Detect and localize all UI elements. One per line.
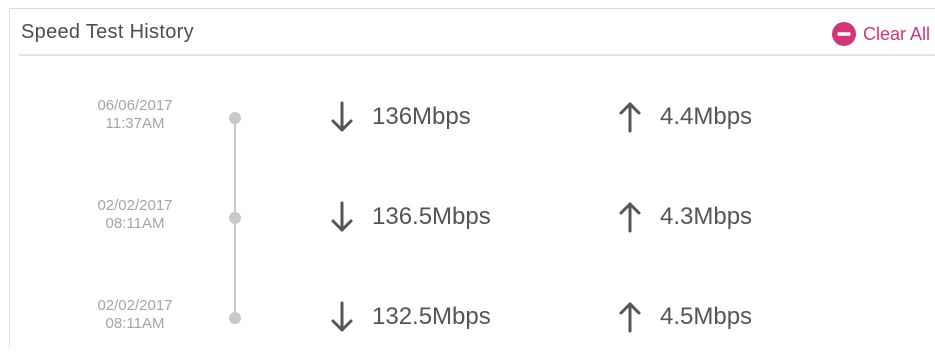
speed-test-history-panel: Speed Test History Clear All 06/06/2017 … — [9, 8, 935, 347]
arrow-down-icon — [330, 101, 354, 133]
test-date: 06/06/2017 — [97, 97, 173, 114]
download-speed: 136.5Mbps — [330, 197, 491, 237]
timeline-dot — [229, 312, 241, 324]
clear-all-button[interactable]: Clear All — [831, 21, 930, 47]
test-time: 08:11AM — [105, 215, 165, 232]
clear-all-label: Clear All — [862, 23, 930, 44]
upload-speed: 4.5Mbps — [618, 297, 752, 337]
arrow-up-icon — [618, 201, 642, 233]
upload-speed: 4.3Mbps — [618, 197, 752, 237]
arrow-down-icon — [330, 201, 354, 233]
test-time: 08:11AM — [105, 315, 165, 332]
download-speed: 132.5Mbps — [330, 297, 491, 337]
download-value: 136Mbps — [372, 103, 471, 130]
minus-circle-icon — [831, 21, 857, 47]
history-row: 06/06/2017 11:37AM 136Mbps 4.4Mbps — [10, 97, 935, 157]
upload-value: 4.4Mbps — [660, 103, 753, 130]
upload-value: 4.5Mbps — [660, 303, 753, 330]
timestamp: 06/06/2017 11:37AM — [65, 97, 205, 133]
arrow-up-icon — [618, 101, 642, 133]
download-speed: 136Mbps — [330, 97, 471, 137]
history-row: 02/02/2017 08:11AM 136.5Mbps 4.3Mbps — [10, 197, 935, 257]
timeline-dot — [229, 212, 241, 224]
panel-title: Speed Test History — [21, 21, 194, 43]
test-date: 02/02/2017 — [97, 197, 173, 214]
upload-value: 4.3Mbps — [660, 203, 753, 230]
upload-speed: 4.4Mbps — [618, 97, 752, 137]
header-divider — [19, 54, 935, 56]
download-value: 132.5Mbps — [372, 303, 491, 330]
timestamp: 02/02/2017 08:11AM — [65, 297, 205, 333]
download-value: 136.5Mbps — [372, 203, 491, 230]
timestamp: 02/02/2017 08:11AM — [65, 197, 205, 233]
arrow-up-icon — [618, 301, 642, 333]
history-row: 02/02/2017 08:11AM 132.5Mbps 4.5Mbps — [10, 297, 935, 357]
timeline-dot — [229, 112, 241, 124]
panel-header: Speed Test History Clear All — [10, 9, 935, 55]
test-time: 11:37AM — [105, 115, 165, 132]
arrow-down-icon — [330, 301, 354, 333]
test-date: 02/02/2017 — [97, 297, 173, 314]
